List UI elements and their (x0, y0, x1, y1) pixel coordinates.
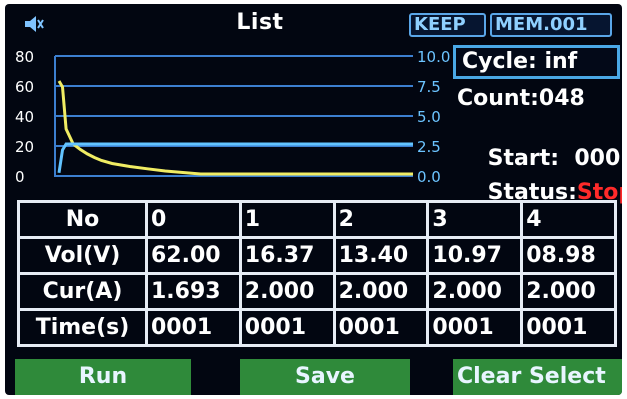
cycle-field[interactable]: Cycle: inf (453, 45, 620, 79)
clear-select-button[interactable]: Clear Select (453, 359, 622, 395)
page-title: List (236, 10, 284, 35)
chart-grid (54, 55, 413, 177)
left-tick-label: 20 (15, 138, 34, 156)
speaker-mute-icon[interactable] (23, 14, 45, 34)
table-row-voltage: Vol(V) 62.00 16.37 13.40 10.97 08.98 (17, 236, 617, 275)
table-header-row: No 0 1 2 3 4 (17, 200, 617, 239)
count-readout: Count:048 (457, 86, 585, 111)
current-series-line (57, 142, 413, 174)
table-cell[interactable]: 1.693 (145, 272, 242, 311)
row-label-voltage: Vol(V) (17, 236, 148, 275)
memory-badge: MEM.001 (490, 13, 612, 37)
table-cell[interactable]: 0001 (238, 308, 336, 347)
right-tick-label: 10.0 (417, 48, 450, 66)
table-cell[interactable]: 62.00 (145, 236, 242, 275)
left-tick-label: 80 (15, 48, 34, 66)
right-tick-label: 5.0 (417, 108, 441, 126)
table-cell[interactable]: 08.98 (520, 236, 617, 275)
table-header-label: No (17, 200, 148, 239)
left-axis-ticks: 80 60 40 20 0 (15, 48, 34, 186)
column-header[interactable]: 3 (426, 200, 524, 239)
row-label-time: Time(s) (17, 308, 148, 347)
table-row-time: Time(s) 0001 0001 0001 0001 0001 (17, 308, 617, 347)
left-tick-label: 0 (15, 168, 25, 186)
column-header[interactable]: 1 (238, 200, 336, 239)
run-button[interactable]: Run (15, 359, 191, 395)
list-table: No 0 1 2 3 4 Vol(V) 62.00 16.37 13.40 10… (17, 200, 617, 347)
table-cell[interactable]: 0001 (332, 308, 430, 347)
column-header[interactable]: 4 (520, 200, 617, 239)
row-label-current: Cur(A) (17, 272, 148, 311)
voltage-series-line (57, 80, 413, 176)
table-row-current: Cur(A) 1.693 2.000 2.000 2.000 2.000 (17, 272, 617, 311)
table-cell[interactable]: 0001 (520, 308, 617, 347)
right-axis-ticks: 10.0 7.5 5.0 2.5 0.0 (417, 48, 450, 186)
table-cell[interactable]: 16.37 (238, 236, 336, 275)
column-header[interactable]: 2 (332, 200, 430, 239)
right-tick-label: 2.5 (417, 138, 441, 156)
keep-badge: KEEP (409, 13, 486, 37)
list-chart: 80 60 40 20 0 10.0 7.5 5.0 2.5 0.0 (15, 48, 450, 186)
right-tick-label: 0.0 (417, 168, 441, 186)
device-screen: List KEEP MEM.001 80 60 40 20 0 10.0 7.5 5.0 2.… (5, 4, 622, 395)
chart-series (57, 80, 413, 176)
table-cell[interactable]: 2.000 (332, 272, 430, 311)
table-cell[interactable]: 0001 (145, 308, 242, 347)
table-cell[interactable]: 10.97 (426, 236, 524, 275)
save-button[interactable]: Save (240, 359, 410, 395)
table-cell[interactable]: 0001 (426, 308, 524, 347)
left-tick-label: 60 (15, 78, 34, 96)
table-cell[interactable]: 2.000 (238, 272, 336, 311)
table-cell[interactable]: 2.000 (520, 272, 617, 311)
table-cell[interactable]: 13.40 (332, 236, 430, 275)
column-header[interactable]: 0 (145, 200, 242, 239)
table-cell[interactable]: 2.000 (426, 272, 524, 311)
left-tick-label: 40 (15, 108, 34, 126)
right-tick-label: 7.5 (417, 78, 441, 96)
